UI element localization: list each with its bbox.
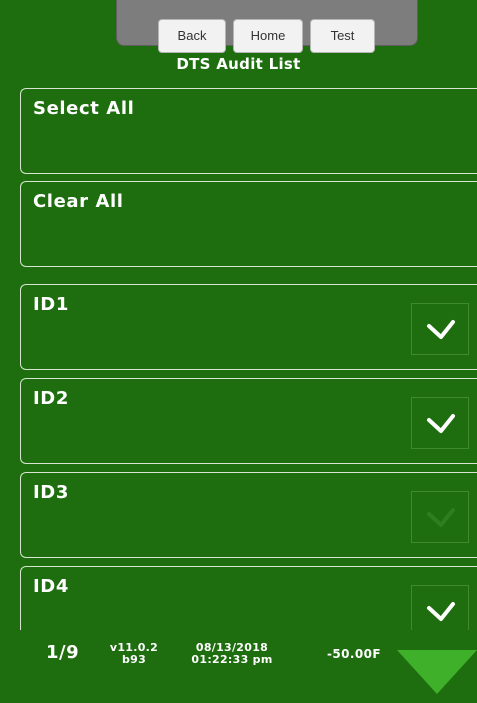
temperature-readout: -50.00F (327, 647, 381, 661)
home-button[interactable]: Home (233, 19, 303, 53)
scroll-down-arrow-icon[interactable] (397, 650, 477, 696)
row-label: ID1 (33, 294, 69, 315)
select-all-button[interactable]: Select All (20, 88, 477, 174)
time-text: 01:22:33 pm (191, 653, 273, 666)
screen: Back Home Test DTS Audit List Select All… (0, 0, 477, 703)
checkmark-icon (427, 414, 455, 433)
row-label: Clear All (33, 191, 124, 212)
row-label: Select All (33, 98, 135, 119)
back-button[interactable]: Back (158, 19, 226, 53)
checkbox-id1[interactable] (411, 303, 469, 355)
list-item-id3[interactable]: ID3 (20, 472, 477, 558)
row-label: ID3 (33, 482, 69, 503)
list-item-id2[interactable]: ID2 (20, 378, 477, 464)
build-text: b93 (121, 653, 147, 666)
checkmark-icon (427, 602, 455, 621)
list-item-id1[interactable]: ID1 (20, 284, 477, 370)
test-button[interactable]: Test (310, 19, 375, 53)
checkbox-id2[interactable] (411, 397, 469, 449)
checkmark-icon (427, 508, 455, 527)
page-indicator: 1/9 (46, 642, 80, 663)
row-label: ID4 (33, 576, 69, 597)
status-bar: 1/9 v11.0.2 b93 08/13/2018 01:22:33 pm -… (0, 630, 477, 703)
clear-all-button[interactable]: Clear All (20, 181, 477, 267)
row-label: ID2 (33, 388, 69, 409)
checkbox-id3[interactable] (411, 491, 469, 543)
page-title: DTS Audit List (176, 55, 301, 73)
checkmark-icon (427, 320, 455, 339)
